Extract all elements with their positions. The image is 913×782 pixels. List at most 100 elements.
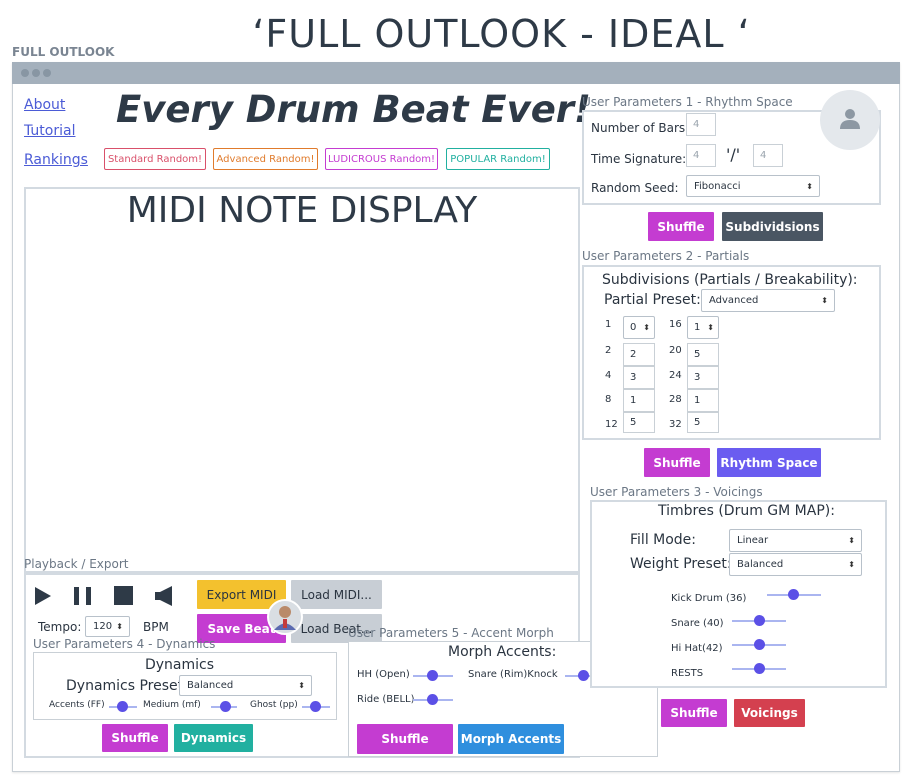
nav-rankings-link[interactable]: Rankings (24, 152, 88, 168)
kick-drum-label: Kick Drum (36) (671, 593, 747, 604)
tempo-select[interactable]: 120 ⬍ (85, 616, 130, 637)
volume-icon[interactable] (155, 586, 175, 606)
time-sig-numerator-input[interactable]: 4 (686, 144, 716, 167)
partial-row-number: 32 (669, 419, 682, 430)
partial-cell-2[interactable]: 2 (623, 343, 655, 366)
rests-label: RESTS (671, 668, 704, 679)
window-dot-2[interactable] (32, 69, 40, 77)
partial-select-1[interactable]: 0 ⬍ (623, 316, 655, 339)
ride-bell-slider[interactable] (427, 694, 438, 705)
bars-label: Number of Bars: (591, 121, 690, 135)
dynamics-preset-label: Dynamics Preset: (66, 678, 188, 694)
medium-mf-slider[interactable] (220, 701, 231, 712)
rhythm-shuffle-button[interactable]: Shuffle (648, 212, 714, 241)
rests-slider[interactable] (754, 663, 765, 674)
standard-random-button[interactable]: Standard Random! (104, 148, 206, 170)
popular-random-button[interactable]: POPULAR Random! (446, 148, 550, 170)
dynamics-preset-value: Balanced (187, 680, 234, 691)
ludicrous-random-button[interactable]: LUDICROUS Random! (325, 148, 438, 170)
bars-input[interactable]: 4 (686, 113, 716, 136)
tempo-label: Tempo: (38, 620, 82, 634)
nav-tutorial-link[interactable]: Tutorial (24, 123, 75, 139)
chevron-updown-icon: ⬍ (707, 323, 714, 332)
rhythm-space-button[interactable]: Rhythm Space (717, 448, 821, 477)
voicings-shuffle-button[interactable]: Shuffle (661, 699, 727, 727)
hero-title: Every Drum Beat Ever! (116, 88, 591, 131)
accents-ff-slider[interactable] (117, 701, 128, 712)
pause-icon[interactable] (73, 587, 93, 605)
dynamics-shuffle-button[interactable]: Shuffle (102, 724, 168, 752)
load-midi-button[interactable]: Load MIDI... (291, 580, 382, 609)
chevron-updown-icon: ⬍ (848, 560, 855, 569)
bpm-label: BPM (143, 620, 169, 634)
chevron-updown-icon: ⬍ (806, 181, 813, 191)
partial-select-16[interactable]: 1 ⬍ (687, 316, 719, 339)
chevron-updown-icon: ⬍ (298, 681, 305, 690)
hi-hat-slider[interactable] (754, 639, 765, 650)
play-icon[interactable] (34, 586, 52, 606)
partial-cell-32[interactable]: 5 (687, 412, 719, 433)
dynamics-button[interactable]: Dynamics (174, 724, 253, 752)
hh-open-label: HH (Open) (357, 669, 410, 680)
morph-accents-button[interactable]: Morph Accents (458, 724, 564, 754)
time-sig-separator: '/' (726, 145, 741, 164)
partial-row-number: 1 (605, 319, 612, 330)
up4-section-label: User Parameters 4 - Dynamics (33, 637, 216, 651)
up1-section-label: User Parameters 1 - Rhythm Space (582, 95, 793, 109)
chevron-updown-icon: ⬍ (116, 622, 123, 631)
partial-value: 0 (630, 322, 637, 333)
midi-display-title: MIDI NOTE DISPLAY (126, 190, 478, 231)
playback-section-label: Playback / Export (24, 557, 129, 571)
subdivisions-button[interactable]: Subdividsions (722, 212, 823, 241)
midi-note-display[interactable] (24, 187, 580, 573)
tempo-value: 120 (93, 621, 113, 632)
partials-shuffle-button[interactable]: Shuffle (644, 448, 710, 477)
nav-about-link[interactable]: About (24, 97, 65, 113)
outlook-caption: FULL OUTLOOK (12, 45, 115, 59)
dynamics-preset-select[interactable]: Balanced ⬍ (179, 675, 312, 696)
partial-cell-20[interactable]: 5 (687, 343, 719, 366)
snare-slider[interactable] (754, 615, 765, 626)
advanced-random-button[interactable]: Advanced Random! (213, 148, 318, 170)
partial-cell-12[interactable]: 5 (623, 412, 655, 433)
partial-cell-24[interactable]: 3 (687, 366, 719, 389)
stop-icon[interactable] (114, 586, 134, 606)
partial-row-number: 20 (669, 345, 682, 356)
random-seed-select[interactable]: Fibonacci ⬍ (686, 175, 820, 197)
ride-bell-label: Ride (BELL) (357, 694, 415, 705)
timbres-heading: Timbres (Drum GM MAP): (658, 503, 835, 519)
up5-section-label: User Parameters 5 - Accent Morph (348, 626, 554, 640)
random-seed-value: Fibonacci (694, 180, 741, 192)
window-dot-3[interactable] (43, 69, 51, 77)
kick-drum-slider[interactable] (788, 589, 799, 600)
hh-open-slider[interactable] (427, 670, 438, 681)
chevron-updown-icon: ⬍ (643, 323, 650, 332)
weight-preset-select[interactable]: Balanced ⬍ (729, 553, 862, 576)
up2-section-label: User Parameters 2 - Partials (582, 249, 750, 263)
time-sig-denominator-input[interactable]: 4 (753, 144, 783, 167)
chevron-updown-icon: ⬍ (821, 296, 828, 305)
partial-row-number: 12 (605, 419, 618, 430)
ghost-pp-slider[interactable] (310, 701, 321, 712)
partial-cell-4[interactable]: 3 (623, 366, 655, 389)
user-photo-avatar[interactable] (267, 599, 303, 635)
voicings-button[interactable]: Voicings (734, 699, 805, 727)
window-dot-1[interactable] (21, 69, 29, 77)
morph-accents-heading: Morph Accents: (448, 644, 557, 660)
partial-cell-28[interactable]: 1 (687, 389, 719, 412)
partial-preset-label: Partial Preset: (604, 292, 701, 308)
partial-preset-select[interactable]: Advanced ⬍ (701, 289, 835, 312)
fill-mode-select[interactable]: Linear ⬍ (729, 529, 862, 552)
time-signature-label: Time Signature: (591, 152, 687, 166)
partial-row-number: 16 (669, 319, 682, 330)
partial-row-number: 24 (669, 370, 682, 381)
morph-shuffle-button[interactable]: Shuffle (357, 724, 453, 754)
partial-cell-8[interactable]: 1 (623, 389, 655, 412)
partial-row-number: 2 (605, 345, 612, 356)
weight-preset-value: Balanced (737, 559, 784, 570)
page-title: ‘FULL OUTLOOK - IDEAL ‘ (252, 12, 751, 56)
snare-rim-label: Snare (Rim)Knock (468, 669, 558, 680)
snare-rim-slider[interactable] (578, 670, 589, 681)
partials-heading: Subdivisions (Partials / Breakability): (602, 272, 858, 288)
medium-mf-label: Medium (mf) (143, 700, 201, 710)
